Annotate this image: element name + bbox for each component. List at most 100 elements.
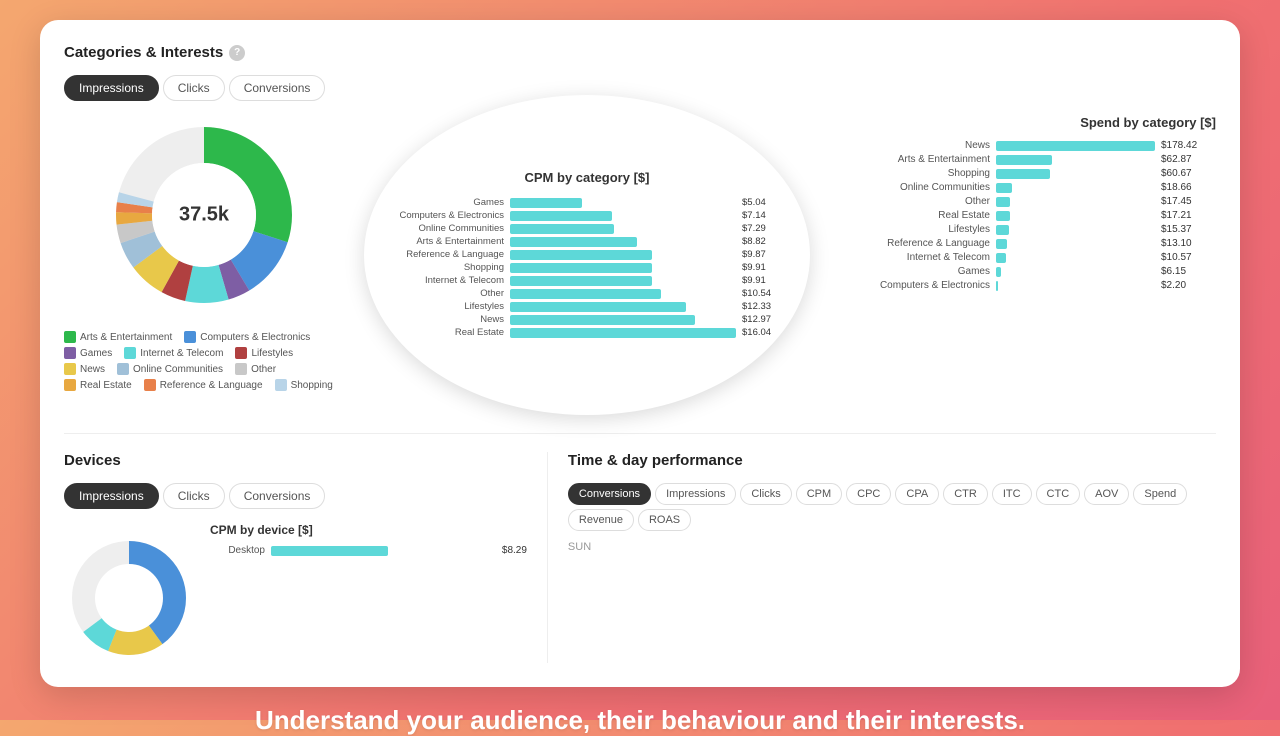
spend-row-value: $10.57 [1161,252,1216,263]
legend-label-arts: Arts & Entertainment [80,332,172,343]
spend-row-label: Reference & Language [830,238,990,249]
spend-bar [996,267,1001,277]
legend-item: News [64,363,105,375]
spend-row-value: $60.67 [1161,168,1216,179]
legend-color-shopping [275,379,287,391]
spend-bar [996,281,998,291]
legend-label-online: Online Communities [133,364,223,375]
time-title: Time & day performance [568,452,1216,469]
main-card: Categories & Interests ? Impressions Cli… [40,20,1240,687]
spend-row: Shopping $60.67 [830,168,1216,179]
legend-label-computers: Computers & Electronics [200,332,310,343]
cpm-row: Games $5.04 [394,197,780,208]
cpm-bar [510,263,652,273]
cpm-bar-container [510,250,736,260]
tab-itc-time[interactable]: ITC [992,483,1032,505]
top-section: 37.5k Arts & Entertainment Computers & E… [64,115,1216,415]
cpm-bar [510,328,736,338]
legend-item: Reference & Language [144,379,263,391]
donut-area: 37.5k Arts & Entertainment Computers & E… [64,115,344,391]
tab-clicks-devices[interactable]: Clicks [163,483,225,509]
cpm-row: Internet & Telecom $9.91 [394,275,780,286]
spend-bar [996,141,1155,151]
cpm-row-value: $12.97 [742,314,780,325]
spend-bar-container [996,169,1155,179]
tab-conversions-categories[interactable]: Conversions [229,75,326,101]
legend-color-internet [124,347,136,359]
spend-row-label: Shopping [830,168,990,179]
cpm-bar-container [510,211,736,221]
device-donut-chart [64,533,194,663]
cpm-row-value: $9.87 [742,249,780,260]
spend-row: Reference & Language $13.10 [830,238,1216,249]
cpm-row: Lifestyles $12.33 [394,301,780,312]
spend-row: Arts & Entertainment $62.87 [830,154,1216,165]
tab-spend-time[interactable]: Spend [1133,483,1187,505]
spend-row-label: Online Communities [830,182,990,193]
tab-clicks-time[interactable]: Clicks [740,483,791,505]
cpm-bar [510,237,637,247]
cpm-row: Reference & Language $9.87 [394,249,780,260]
categories-section-title: Categories & Interests ? [64,44,1216,61]
devices-title-text: Devices [64,452,121,469]
spend-bar-container [996,197,1155,207]
spend-bar-container [996,253,1155,263]
spend-row-label: Other [830,196,990,207]
spend-row-label: Lifestyles [830,224,990,235]
tab-conversions-devices[interactable]: Conversions [229,483,326,509]
spend-bar-container [996,211,1155,221]
tab-roas-time[interactable]: ROAS [638,509,691,531]
legend-color-games [64,347,76,359]
legend-item: Arts & Entertainment [64,331,172,343]
tab-impressions-time[interactable]: Impressions [655,483,736,505]
spend-bar-container [996,267,1155,277]
donut-center: 37.5k [179,204,229,227]
time-section: Time & day performance Conversions Impre… [568,452,1216,663]
cpm-bar [510,302,686,312]
cpm-row-value: $10.54 [742,288,780,299]
footer-text: Understand your audience, their behaviou… [255,705,1025,736]
tab-impressions-devices[interactable]: Impressions [64,483,159,509]
devices-title: Devices [64,452,527,469]
cpm-bar [510,211,612,221]
tab-cpa-time[interactable]: CPA [895,483,939,505]
legend-item: Online Communities [117,363,223,375]
legend-label-reference: Reference & Language [160,380,263,391]
tab-ctc-time[interactable]: CTC [1036,483,1081,505]
cpm-row-label: Arts & Entertainment [394,236,504,247]
tab-conversions-time[interactable]: Conversions [568,483,651,505]
spend-bar [996,225,1009,235]
cpm-bar [510,224,614,234]
cpm-row-label: Other [394,288,504,299]
spend-row-label: Internet & Telecom [830,252,990,263]
tab-aov-time[interactable]: AOV [1084,483,1129,505]
help-icon[interactable]: ? [229,45,245,61]
spend-bar [996,155,1052,165]
cpm-row-value: $5.04 [742,197,780,208]
tab-clicks-categories[interactable]: Clicks [163,75,225,101]
legend-label-lifestyles: Lifestyles [251,348,293,359]
legend-label-internet: Internet & Telecom [140,348,223,359]
cpm-bar-container [510,237,736,247]
tab-ctr-time[interactable]: CTR [943,483,988,505]
device-cpm-title: CPM by device [$] [210,523,527,537]
cpm-row-value: $16.04 [742,327,780,338]
spend-row: Computers & Electronics $2.20 [830,280,1216,291]
cpm-row-value: $9.91 [742,275,780,286]
time-tabs: Conversions Impressions Clicks CPM CPC C… [568,483,1216,531]
device-cpm-row: Desktop $8.29 [210,545,527,556]
tab-revenue-time[interactable]: Revenue [568,509,634,531]
cpm-row-value: $8.82 [742,236,780,247]
cpm-popup: CPM by category [$] Games $5.04 Computer… [364,95,810,415]
spend-row: Games $6.15 [830,266,1216,277]
spend-title: Spend by category [$] [830,115,1216,130]
spend-row: News $178.42 [830,140,1216,151]
tab-impressions-categories[interactable]: Impressions [64,75,159,101]
cpm-row: Arts & Entertainment $8.82 [394,236,780,247]
device-value-desktop: $8.29 [502,545,527,556]
tab-cpm-time[interactable]: CPM [796,483,842,505]
spend-bar [996,169,1050,179]
tab-cpc-time[interactable]: CPC [846,483,891,505]
cpm-row-label: Online Communities [394,223,504,234]
spend-row-value: $17.45 [1161,196,1216,207]
